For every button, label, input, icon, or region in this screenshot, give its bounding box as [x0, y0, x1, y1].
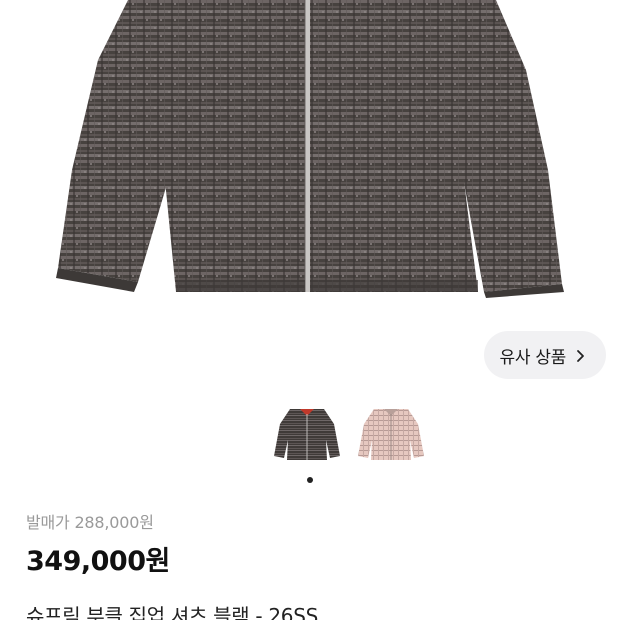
product-page: 유사 상품 발매가 288,000원 349,000원 슈프림 부클 집업 셔츠…	[0, 0, 620, 620]
product-main-image[interactable]	[0, 0, 620, 320]
similar-products-button[interactable]: 유사 상품	[483, 331, 606, 379]
variant-thumbnails	[272, 400, 426, 470]
product-title: 슈프림 부클 집업 셔츠 블랙 - 26SS	[26, 604, 319, 620]
carousel-indicator-dot	[307, 477, 313, 483]
thumbnail-pink-variant[interactable]	[356, 400, 426, 470]
original-price: 발매가 288,000원	[26, 513, 154, 532]
similar-products-label: 유사 상품	[499, 347, 567, 368]
thumbnail-gray-variant[interactable]	[272, 400, 342, 470]
current-price: 349,000원	[26, 546, 170, 577]
chevron-right-icon	[574, 348, 588, 362]
